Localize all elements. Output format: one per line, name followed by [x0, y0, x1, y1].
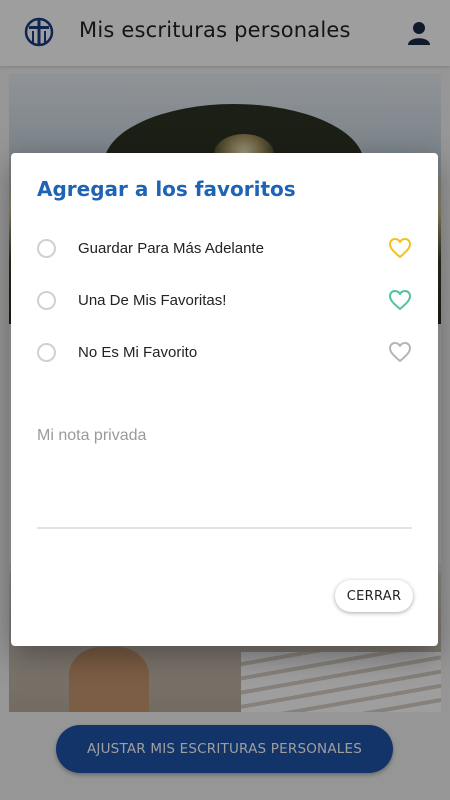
favorite-option-favorite[interactable]: Una De Mis Favoritas! — [11, 280, 438, 324]
favorite-option-save-later[interactable]: Guardar Para Más Adelante — [11, 228, 438, 272]
close-button[interactable]: CERRAR — [335, 580, 413, 612]
note-underline — [37, 527, 412, 529]
radio-button[interactable] — [37, 291, 56, 310]
radio-button[interactable] — [37, 343, 56, 362]
favorite-option-not-favorite[interactable]: No Es Mi Favorito — [11, 332, 438, 376]
heart-outline-icon — [389, 238, 411, 258]
dialog-title: Agregar a los favoritos — [37, 177, 296, 201]
favorites-dialog: Agregar a los favoritos Guardar Para Más… — [11, 153, 438, 646]
heart-outline-icon — [389, 290, 411, 310]
option-label: Una De Mis Favoritas! — [78, 292, 227, 309]
radio-button[interactable] — [37, 239, 56, 258]
private-note-input[interactable]: Mi nota privada — [37, 427, 146, 445]
option-label: Guardar Para Más Adelante — [78, 240, 264, 257]
heart-outline-icon — [389, 342, 411, 362]
option-label: No Es Mi Favorito — [78, 344, 198, 361]
